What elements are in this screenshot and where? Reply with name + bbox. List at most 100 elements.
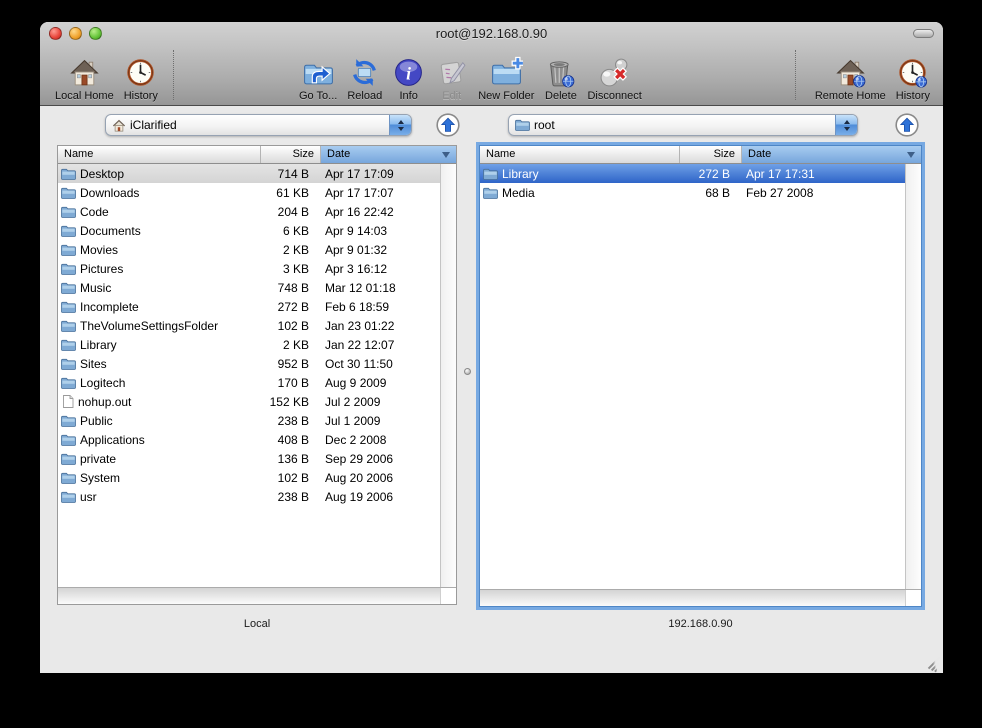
history-icon [124, 56, 157, 89]
window-title: root@192.168.0.90 [40, 22, 943, 45]
toolbar-button-label: Info [400, 90, 418, 102]
file-row[interactable]: usr238 BAug 19 2006 [58, 487, 440, 506]
file-date: Apr 9 01:32 [321, 243, 440, 257]
file-size: 272 B [680, 167, 742, 181]
sort-descending-icon [442, 152, 450, 158]
file-size: 2 KB [261, 243, 321, 257]
remote-history-icon [896, 56, 929, 89]
file-row[interactable]: Music748 BMar 12 01:18 [58, 278, 440, 297]
local-file-rows: Desktop714 BApr 17 17:09Downloads61 KBAp… [58, 164, 440, 587]
file-row[interactable]: Public238 BJul 1 2009 [58, 411, 440, 430]
toolbar-button-label: Edit [442, 90, 461, 102]
file-size: 3 KB [261, 262, 321, 276]
file-row[interactable]: Applications408 BDec 2 2008 [58, 430, 440, 449]
remote-file-list: Name Size Date Library272 BApr 17 17:31M… [479, 145, 922, 607]
disconnect-icon [598, 56, 631, 89]
remote-pane-label: 192.168.0.90 [479, 618, 922, 630]
file-name: Sites [80, 357, 107, 371]
file-row[interactable]: Downloads61 KBApr 17 17:07 [58, 183, 440, 202]
close-button[interactable] [49, 27, 62, 40]
remote-home-button[interactable]: Remote Home [810, 46, 891, 102]
file-size: 238 B [261, 490, 321, 504]
file-size: 170 B [261, 376, 321, 390]
folder-icon [483, 187, 498, 199]
file-row[interactable]: private136 BSep 29 2006 [58, 449, 440, 468]
minimize-button[interactable] [69, 27, 82, 40]
titlebar[interactable]: root@192.168.0.90 [40, 22, 943, 44]
file-row[interactable]: Logitech170 BAug 9 2009 [58, 373, 440, 392]
info-button[interactable]: iInfo [387, 46, 430, 102]
file-row[interactable]: Sites952 BOct 30 11:50 [58, 354, 440, 373]
file-row[interactable]: TheVolumeSettingsFolder102 BJan 23 01:22 [58, 316, 440, 335]
file-row[interactable]: Media68 BFeb 27 2008 [480, 183, 905, 202]
remote-up-directory-button[interactable] [895, 113, 919, 137]
scroll-corner [905, 590, 921, 606]
scroll-corner [440, 588, 456, 604]
new-folder-button[interactable]: New Folder [473, 46, 539, 102]
file-row[interactable]: Desktop714 BApr 17 17:09 [58, 164, 440, 183]
folder-icon [61, 491, 76, 503]
file-row[interactable]: Movies2 KBApr 9 01:32 [58, 240, 440, 259]
vertical-scrollbar[interactable] [440, 164, 456, 587]
local-list-header: Name Size Date [58, 146, 456, 164]
applications-folder-icon [61, 434, 76, 446]
file-size: 102 B [261, 319, 321, 333]
file-name: Downloads [80, 186, 139, 200]
column-header-name[interactable]: Name [58, 146, 261, 163]
info-icon: i [392, 56, 425, 89]
file-size: 238 B [261, 414, 321, 428]
column-header-date[interactable]: Date [742, 146, 921, 163]
file-row[interactable]: Code204 BApr 16 22:42 [58, 202, 440, 221]
file-row[interactable]: Library272 BApr 17 17:31 [480, 164, 905, 183]
file-row[interactable]: Documents6 KBApr 9 14:03 [58, 221, 440, 240]
file-name: private [80, 452, 116, 466]
toolbar-button-label: History [896, 90, 930, 102]
zoom-button[interactable] [89, 27, 102, 40]
toolbar-group-remote: Remote Home History [810, 46, 935, 102]
toolbar-button-label: New Folder [478, 90, 534, 102]
local-up-directory-button[interactable] [436, 113, 460, 137]
local-path-dropdown[interactable]: iClarified [105, 114, 412, 136]
file-size: 408 B [261, 433, 321, 447]
file-date: Jan 23 01:22 [321, 319, 440, 333]
file-row[interactable]: nohup.out152 KBJul 2 2009 [58, 392, 440, 411]
horizontal-scrollbar[interactable] [58, 587, 456, 604]
folder-icon [61, 320, 76, 332]
file-date: Apr 17 17:09 [321, 167, 440, 181]
local-home-button[interactable]: Local Home [50, 46, 119, 102]
pictures-folder-icon [61, 263, 76, 275]
column-header-date-label: Date [748, 146, 771, 163]
column-header-size[interactable]: Size [261, 146, 321, 163]
downloads-folder-icon [61, 187, 76, 199]
history-button[interactable]: History [119, 46, 163, 102]
toolbar-toggle-pill[interactable] [913, 29, 934, 38]
sort-descending-icon [907, 152, 915, 158]
column-header-date[interactable]: Date [321, 146, 456, 163]
horizontal-scrollbar[interactable] [480, 589, 921, 606]
column-header-size[interactable]: Size [680, 146, 742, 163]
file-date: Feb 27 2008 [742, 186, 905, 200]
delete-button[interactable]: Delete [539, 46, 582, 102]
local-pane-label: Local [57, 618, 457, 630]
file-size: 748 B [261, 281, 321, 295]
pane-splitter-handle[interactable] [464, 368, 471, 375]
history-button[interactable]: History [891, 46, 935, 102]
toolbar-button-label: Disconnect [587, 90, 641, 102]
file-row[interactable]: Pictures3 KBApr 3 16:12 [58, 259, 440, 278]
reload-button[interactable]: Reload [342, 46, 387, 102]
window-resize-grip[interactable] [928, 658, 941, 671]
disconnect-button[interactable]: Disconnect [582, 46, 646, 102]
vertical-scrollbar[interactable] [905, 164, 921, 589]
go-to-button[interactable]: Go To... [294, 46, 342, 102]
file-row[interactable]: Library2 KBJan 22 12:07 [58, 335, 440, 354]
remote-path-dropdown[interactable]: root [508, 114, 858, 136]
folder-icon [483, 168, 498, 180]
file-row[interactable]: Incomplete272 BFeb 6 18:59 [58, 297, 440, 316]
file-date: Oct 30 11:50 [321, 357, 440, 371]
dropdown-stepper [835, 115, 857, 135]
file-row[interactable]: System102 BAug 20 2006 [58, 468, 440, 487]
file-name: Pictures [80, 262, 123, 276]
column-header-name[interactable]: Name [480, 146, 680, 163]
app-window: root@192.168.0.90 Local HomeHistory Go T… [40, 22, 943, 673]
reload-icon [348, 56, 381, 89]
